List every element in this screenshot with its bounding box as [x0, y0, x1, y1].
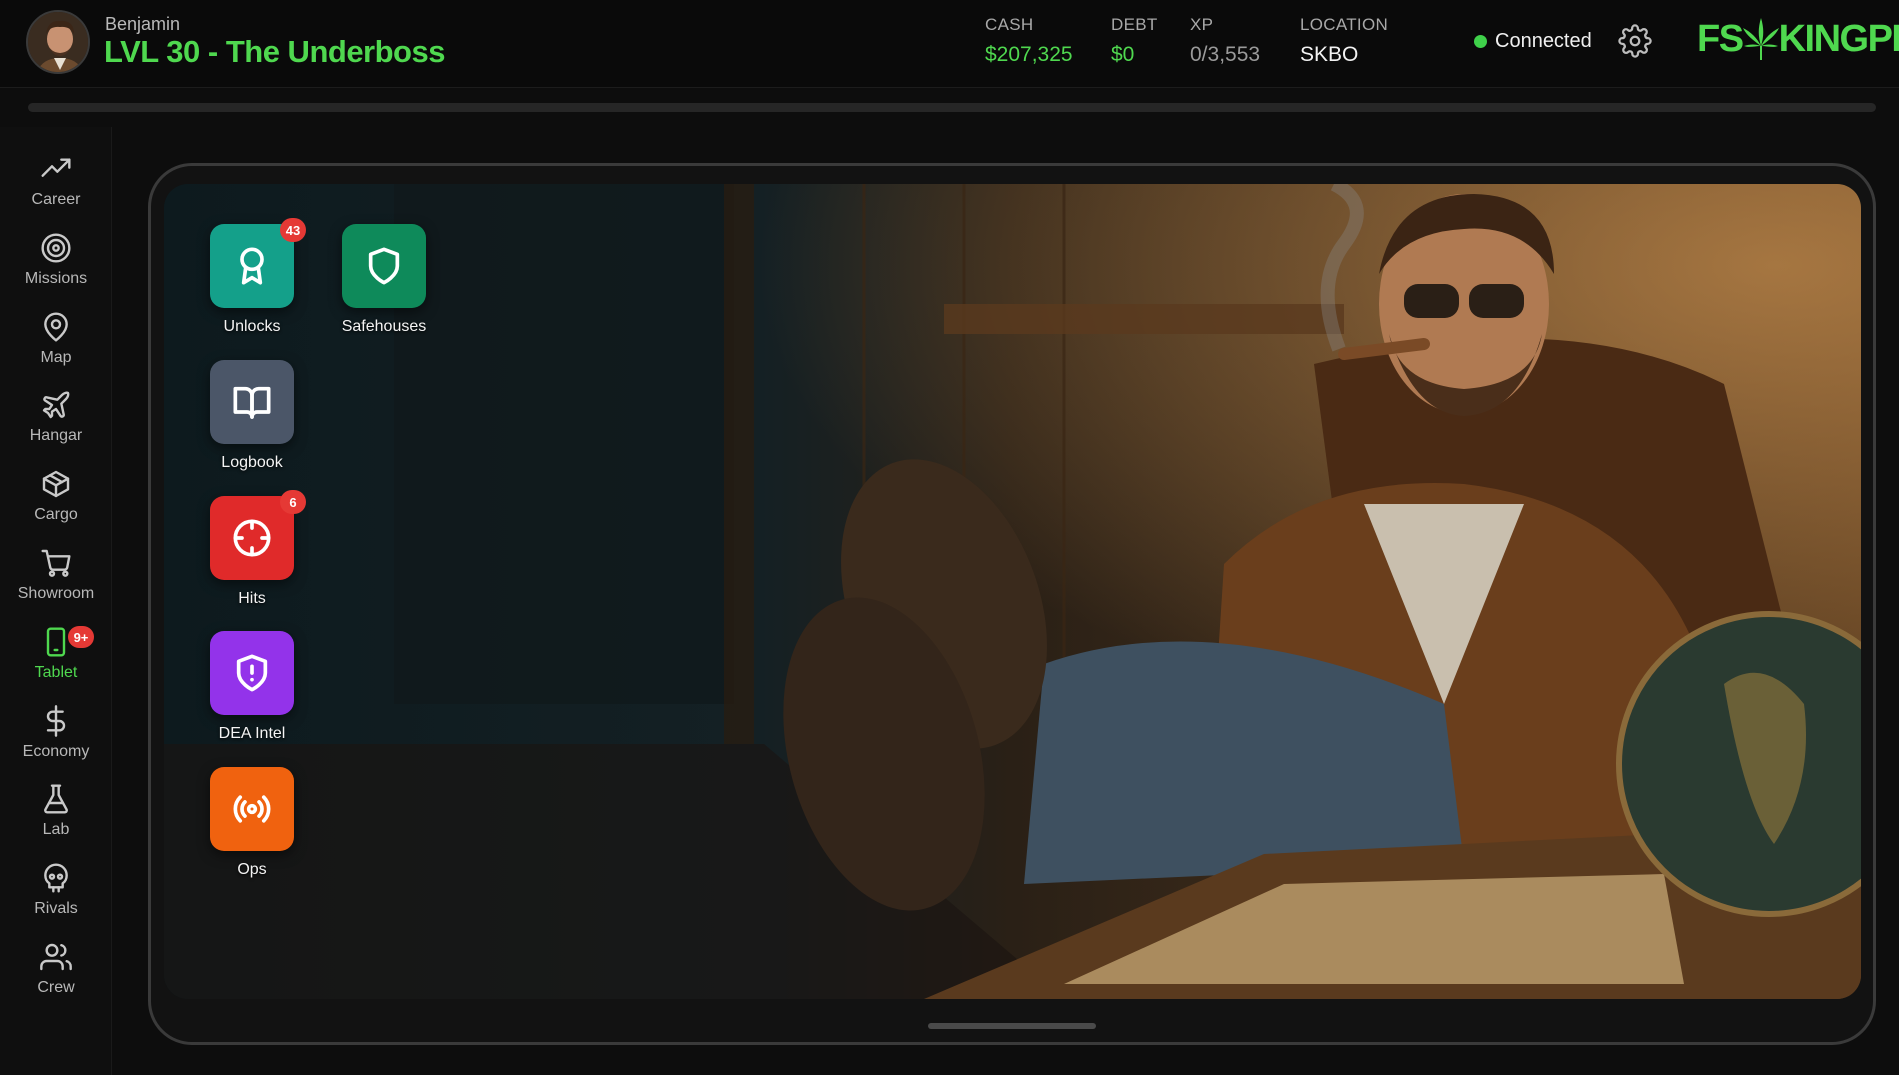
- cannabis-leaf-icon: [1742, 18, 1779, 60]
- cash-stat: CASH $207,325: [985, 15, 1073, 67]
- debt-label: DEBT: [1111, 15, 1158, 34]
- app-dea-intel-tile: [210, 631, 294, 715]
- xp-label: XP: [1190, 15, 1214, 34]
- app-logbook-tile: [210, 360, 294, 444]
- sidebar-item-lab[interactable]: Lab: [0, 777, 112, 851]
- app-logbook[interactable]: Logbook: [192, 360, 312, 492]
- sidebar-item-label: Hangar: [29, 427, 83, 444]
- flask-icon: [44, 784, 68, 814]
- location-label: LOCATION: [1300, 15, 1389, 34]
- sidebar-item-tablet[interactable]: Tablet 9+: [0, 620, 112, 694]
- logo-text-left: FS: [1697, 17, 1744, 60]
- sidebar-item-cargo[interactable]: Cargo: [0, 462, 112, 536]
- sidebar-item-label: Tablet: [34, 664, 78, 681]
- app-unlocks[interactable]: 43 Unlocks: [192, 218, 312, 356]
- sidebar-item-label: Lab: [42, 821, 70, 838]
- sidebar-item-crew[interactable]: Crew: [0, 935, 112, 1009]
- trending-up-icon: [41, 158, 71, 177]
- app-dea-intel[interactable]: DEA Intel: [192, 631, 312, 763]
- tablet-icon: [46, 627, 66, 657]
- sidebar-item-rivals[interactable]: Rivals: [0, 856, 112, 930]
- app-ops-tile: [210, 767, 294, 851]
- app-safehouses[interactable]: Safehouses: [324, 224, 444, 356]
- sidebar-item-label: Showroom: [17, 585, 95, 602]
- settings-button[interactable]: [1618, 24, 1652, 58]
- app-label: Hits: [238, 590, 266, 607]
- gear-icon: [1618, 24, 1652, 58]
- shield-icon: [368, 247, 400, 285]
- crosshair-icon: [233, 519, 271, 557]
- target-icon: [41, 233, 71, 263]
- top-bar: Benjamin LVL 30 - The Underboss CASH $20…: [0, 0, 1899, 88]
- cash-label: CASH: [985, 15, 1034, 34]
- sidebar-item-hangar[interactable]: Hangar: [0, 383, 112, 457]
- debt-stat: DEBT $0: [1111, 15, 1158, 67]
- xp-stat: XP 0/3,553: [1190, 15, 1260, 67]
- xp-value: 0/3,553: [1190, 43, 1261, 66]
- plane-icon: [42, 391, 70, 419]
- connection-status: Connected: [1474, 30, 1592, 53]
- status-dot-icon: [1474, 35, 1487, 48]
- avatar-portrait: [28, 12, 88, 72]
- dollar-icon: [46, 705, 66, 737]
- sidebar-item-label: Rivals: [34, 900, 78, 917]
- radio-icon: [233, 795, 271, 823]
- sidebar-item-label: Crew: [37, 979, 75, 996]
- sidebar-item-label: Missions: [24, 270, 88, 287]
- tablet-home-indicator[interactable]: [928, 1023, 1096, 1029]
- shield-alert-icon: [236, 654, 268, 692]
- sidebar-item-missions[interactable]: Missions: [0, 226, 112, 300]
- sidebar-item-career[interactable]: Career: [0, 147, 112, 221]
- sidebar-item-map[interactable]: Map: [0, 305, 112, 379]
- app-badge: 6: [280, 490, 306, 514]
- sidebar-item-economy[interactable]: Economy: [0, 699, 112, 773]
- award-icon: [240, 247, 264, 285]
- cash-value: $207,325: [985, 43, 1073, 66]
- app-label: Ops: [237, 861, 267, 878]
- player-avatar[interactable]: [26, 10, 90, 74]
- app-hits[interactable]: 6 Hits: [192, 490, 312, 628]
- tablet-screen: 43 Unlocks Safehouses Logbook 6 Hits DEA…: [164, 184, 1861, 999]
- sidebar-item-label: Map: [40, 349, 72, 366]
- app-safehouses-tile: [342, 224, 426, 308]
- connection-status-label: Connected: [1495, 30, 1592, 52]
- shopping-cart-icon: [41, 549, 71, 577]
- xp-progress-bar: [28, 103, 1876, 112]
- debt-value: $0: [1111, 43, 1135, 66]
- users-icon: [40, 943, 72, 971]
- package-icon: [42, 470, 70, 498]
- player-name: Benjamin: [105, 14, 181, 34]
- app-label: Safehouses: [341, 318, 427, 335]
- player-level-title: LVL 30 - The Underboss: [104, 34, 445, 69]
- app-ops[interactable]: Ops: [192, 767, 312, 899]
- skull-icon: [44, 863, 68, 893]
- location-value: SKBO: [1300, 43, 1359, 66]
- location-stat: LOCATION SKBO: [1300, 15, 1388, 67]
- app-label: DEA Intel: [218, 725, 286, 742]
- book-open-icon: [233, 386, 271, 419]
- sidebar-item-label: Economy: [22, 743, 90, 760]
- fs-kingpin-logo: FS KINGPIN: [1697, 16, 1899, 62]
- logo-text-right: KINGPIN: [1778, 17, 1899, 60]
- sidebar-item-showroom[interactable]: Showroom: [0, 541, 112, 615]
- app-label: Logbook: [221, 454, 283, 471]
- app-label: Unlocks: [223, 318, 281, 335]
- sidebar-nav: Career Missions Map Hangar Cargo Showroo…: [0, 127, 112, 1075]
- sidebar-item-label: Cargo: [34, 506, 78, 523]
- notification-badge: 9+: [68, 626, 94, 648]
- app-badge: 43: [280, 218, 306, 242]
- map-pin-icon: [44, 312, 68, 342]
- sidebar-item-label: Career: [31, 191, 81, 208]
